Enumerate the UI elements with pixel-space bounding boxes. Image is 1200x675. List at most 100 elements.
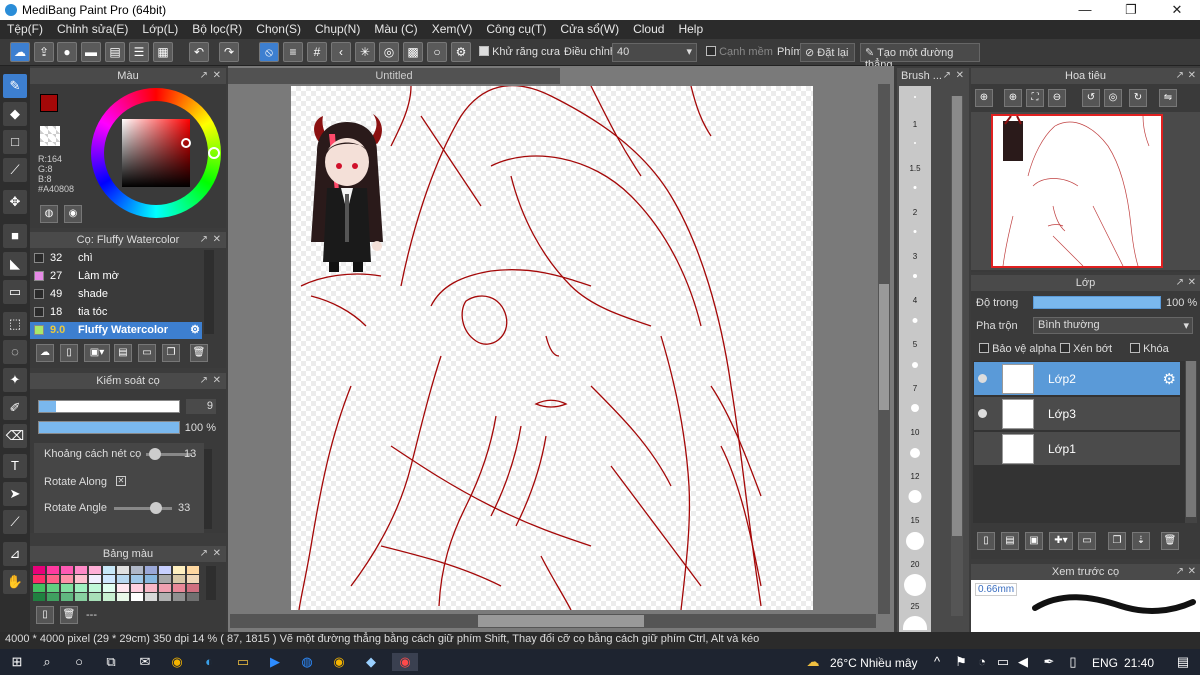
rotate-angle-slider[interactable] [114, 507, 172, 510]
brush-item[interactable]: 18 tia tóc [30, 304, 202, 321]
parallel-snap-icon[interactable]: ≡ [283, 42, 303, 62]
protect-alpha-checkbox[interactable]: Bảo vệ alpha [979, 343, 1056, 355]
undo-icon[interactable]: ↶ [189, 42, 209, 62]
radial-snap-icon[interactable]: ‹ [331, 42, 351, 62]
eyedropper-tool-icon[interactable]: ⊿ [3, 542, 27, 566]
grid-snap-icon[interactable]: # [307, 42, 327, 62]
palette-swatch[interactable] [117, 593, 129, 601]
palette-swatch[interactable] [75, 575, 87, 583]
palette-swatch[interactable] [61, 593, 73, 601]
float-icon[interactable]: ↗ [1176, 68, 1184, 84]
brush-size-scroll-thumb[interactable] [952, 96, 962, 536]
rectangle-tool-icon[interactable]: ■ [3, 224, 27, 248]
close-icon[interactable]: ✕ [1188, 68, 1196, 84]
document-icon[interactable]: ▤ [105, 42, 125, 62]
pen-tray-icon[interactable]: ✒ [1040, 653, 1058, 671]
brush-folder-icon[interactable]: ▭ [138, 344, 156, 362]
new-layer-icon[interactable]: ▯ [977, 532, 995, 550]
add-brush-cloud-icon[interactable]: ☁ [36, 344, 54, 362]
palette-swatch[interactable] [173, 584, 185, 592]
spacing-slider-handle[interactable] [149, 448, 161, 460]
brush-tool-2-icon[interactable]: ⟋ [3, 158, 27, 182]
layer-settings-gear-icon[interactable]: ⚙ [1163, 370, 1176, 388]
duplicate-brush-icon[interactable]: ❐ [162, 344, 180, 362]
duplicate-layer-icon[interactable]: ❐ [1108, 532, 1126, 550]
menu-layer[interactable]: Lớp(L) [135, 20, 185, 36]
messenger-icon[interactable]: ◍ [298, 653, 316, 671]
brush-dot[interactable] [914, 142, 916, 144]
palette-swatch[interactable] [187, 584, 199, 592]
canvas-horizontal-scrollbar[interactable] [230, 614, 876, 628]
float-icon[interactable]: ↗ [943, 68, 951, 84]
radial-lines-icon[interactable]: ✳ [355, 42, 375, 62]
palette-swatch[interactable] [117, 575, 129, 583]
delete-layer-trash-icon[interactable]: 🗑 [1161, 532, 1179, 550]
merge-down-icon[interactable]: ⇣ [1132, 532, 1150, 550]
palette-swatch[interactable] [75, 593, 87, 601]
brush-dot[interactable] [913, 230, 917, 233]
new-layer-1bit-icon[interactable]: ▣ [1025, 532, 1043, 550]
chat-icon[interactable]: ▬ [81, 42, 101, 62]
list-icon[interactable]: ☰ [129, 42, 149, 62]
snap-settings-gear-icon[interactable]: ⚙ [451, 42, 471, 62]
palette-swatch[interactable] [103, 566, 115, 574]
primary-color-swatch[interactable] [40, 94, 58, 112]
redo-icon[interactable]: ↷ [219, 42, 239, 62]
rotate-along-checkbox[interactable]: ✕ [116, 476, 126, 486]
close-icon[interactable]: ✕ [213, 546, 221, 562]
palette-swatch[interactable] [159, 575, 171, 583]
layer-item-selected[interactable]: Lớp2 ⚙ [974, 362, 1180, 396]
palette-swatch[interactable] [89, 584, 101, 592]
float-icon[interactable]: ↗ [200, 232, 208, 248]
brush-settings-gear-icon[interactable]: ⚙ [190, 322, 200, 339]
wifi-icon[interactable]: ◔ [973, 653, 991, 671]
canvas-hscroll-thumb[interactable] [478, 615, 644, 627]
maximize-button[interactable]: ❐ [1108, 0, 1154, 20]
minimize-button[interactable]: — [1062, 0, 1108, 20]
mail-icon[interactable]: ✉ [136, 653, 154, 671]
palette-scrollbar[interactable] [206, 566, 216, 600]
select-pen-icon[interactable]: ✐ [3, 396, 27, 420]
new-brush-icon[interactable]: ▯ [60, 344, 78, 362]
upload-icon[interactable]: ⇪ [34, 42, 54, 62]
rotate-right-icon[interactable]: ↻ [1129, 89, 1147, 107]
hue-picker-handle[interactable] [208, 147, 220, 159]
lasso-tool-icon[interactable]: ◌ [3, 340, 27, 364]
canvas-vscroll-thumb[interactable] [879, 284, 889, 410]
palette-swatch[interactable] [75, 566, 87, 574]
hand-tool-icon[interactable]: ✋ [3, 570, 27, 594]
palette-swatch[interactable] [103, 593, 115, 601]
flip-horizontal-icon[interactable]: ⇋ [1159, 89, 1177, 107]
layer-folder-icon[interactable]: ▭ [1078, 532, 1096, 550]
navigator-preview[interactable] [991, 114, 1163, 268]
float-icon[interactable]: ↗ [200, 68, 208, 84]
gradient-tool-icon[interactable]: ▭ [3, 280, 27, 304]
palette-swatch[interactable] [33, 593, 45, 601]
operation-tool-icon[interactable]: ➤ [3, 482, 27, 506]
clock[interactable]: 21:40 [1124, 656, 1154, 670]
palette-swatch[interactable] [61, 566, 73, 574]
network-status-icon[interactable]: ⚑ [952, 653, 970, 671]
notification-tray-icon[interactable]: ▯ [1064, 653, 1082, 671]
move-tool-icon[interactable]: ✥ [3, 190, 27, 214]
palette-swatch[interactable] [61, 575, 73, 583]
brush-dot[interactable] [904, 574, 926, 596]
palette-swatch[interactable] [145, 566, 157, 574]
cloud-icon[interactable]: ☁ [10, 42, 30, 62]
size-slider[interactable] [38, 400, 180, 413]
chrome-icon[interactable]: ◉ [168, 653, 186, 671]
palette-swatch[interactable] [47, 593, 59, 601]
float-icon[interactable]: ↗ [1176, 564, 1184, 580]
notifications-icon[interactable]: ▤ [1174, 653, 1192, 671]
delete-palette-trash-icon[interactable]: 🗑 [60, 606, 78, 624]
palette-swatch[interactable] [159, 593, 171, 601]
concentric-snap-icon[interactable]: ◎ [379, 42, 399, 62]
size-value[interactable]: 9 [186, 399, 216, 414]
canvas-vertical-scrollbar[interactable] [878, 84, 890, 614]
brush-item[interactable]: 27 Làm mờ [30, 268, 202, 285]
chrome-2-icon[interactable]: ◉ [330, 653, 348, 671]
menu-snap[interactable]: Chụp(N) [308, 20, 367, 36]
app-icon[interactable]: ◆ [362, 653, 380, 671]
zoom-in-2-icon[interactable]: ⊕ [1004, 89, 1022, 107]
palette-swatch[interactable] [47, 566, 59, 574]
